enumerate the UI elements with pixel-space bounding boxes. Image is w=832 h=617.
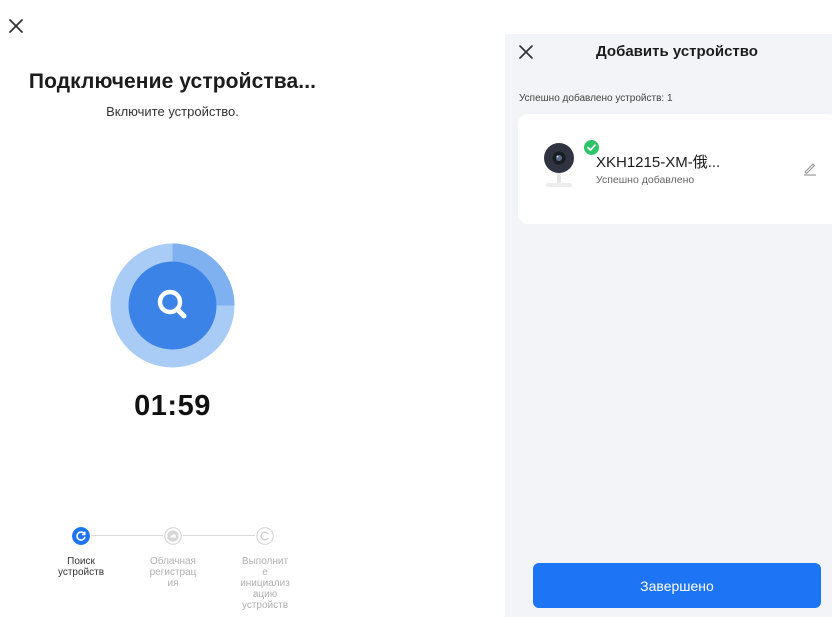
page-title: Подключение устройства... [28, 70, 317, 93]
device-card[interactable]: XKH1215-XM-俄... Успешно добавлено [518, 114, 832, 224]
camera-icon [544, 143, 574, 187]
step-label-init: Выполнит е инициализ ацию устройств [240, 556, 290, 611]
step-label-cloud: Облачная регистрац ия [149, 556, 197, 589]
added-count-text: Успешно добавлено устройств: 1 [519, 93, 673, 104]
page-subtitle: Включите устройство. [106, 104, 239, 119]
page-title: Добавить устройство [596, 43, 758, 60]
step-connector [183, 535, 255, 536]
countdown-timer: 01:59 [134, 390, 211, 422]
edit-icon[interactable] [802, 160, 818, 176]
refresh-icon [72, 527, 90, 545]
connecting-screen: Подключение устройства... Включите устро… [0, 0, 345, 617]
device-status: Успешно добавлено [596, 174, 695, 186]
step-label-search: Поиск устройств [57, 556, 105, 578]
add-device-screen: Добавить устройство Успешно добавлено ус… [505, 34, 832, 617]
header-bar: Добавить устройство [505, 34, 832, 70]
search-radar [110, 243, 235, 368]
done-button[interactable]: Завершено [533, 563, 821, 608]
cloud-icon [164, 527, 182, 545]
step-connector [91, 535, 163, 536]
device-name: XKH1215-XM-俄... [596, 154, 721, 171]
init-icon [256, 527, 274, 545]
close-icon[interactable] [6, 16, 26, 36]
progress-steps: Поиск устройств Облачная регистрац ия Вы… [0, 525, 345, 617]
